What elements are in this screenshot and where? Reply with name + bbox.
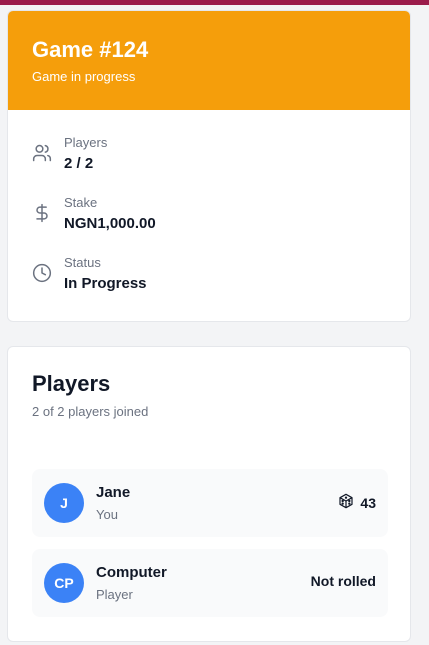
roll-status-text: Not rolled xyxy=(310,573,376,589)
stake-info-row: Stake NGN1,000.00 xyxy=(32,195,392,243)
player-roll-result: 43 xyxy=(338,493,376,512)
players-section-subtitle: 2 of 2 players joined xyxy=(32,404,149,419)
players-info-row: Players 2 / 2 xyxy=(32,135,392,183)
avatar: J xyxy=(44,483,84,523)
player-role: Player xyxy=(96,587,133,602)
game-title: Game #124 xyxy=(32,37,149,62)
dice-icon xyxy=(338,493,354,512)
player-name: Jane xyxy=(96,484,131,501)
roll-value: 43 xyxy=(360,494,376,511)
players-label: Players xyxy=(64,135,108,150)
players-value: 2 / 2 xyxy=(64,155,94,172)
top-accent-bar xyxy=(0,0,429,5)
players-section-title: Players xyxy=(32,371,111,396)
users-icon xyxy=(32,143,52,163)
player-roll-status: Not rolled xyxy=(311,573,376,589)
status-info-row: Status In Progress xyxy=(32,255,392,303)
player-name: Computer xyxy=(96,564,167,581)
player-row-computer: CP Computer Player Not rolled xyxy=(32,549,388,617)
clock-icon xyxy=(32,263,52,283)
status-label: Status xyxy=(64,255,101,270)
dollar-icon xyxy=(32,203,52,223)
player-row-jane: J Jane You 43 xyxy=(32,469,388,537)
avatar: CP xyxy=(44,563,84,603)
players-card: Players 2 of 2 players joined J Jane You… xyxy=(7,346,411,642)
status-value: In Progress xyxy=(64,275,147,292)
player-role: You xyxy=(96,507,118,522)
stake-value: NGN1,000.00 xyxy=(64,215,156,232)
game-header: Game #124 Game in progress xyxy=(8,11,410,110)
stake-label: Stake xyxy=(64,195,98,210)
game-status-subtitle: Game in progress xyxy=(32,69,136,84)
game-card: Game #124 Game in progress Players 2 / 2… xyxy=(7,10,411,322)
